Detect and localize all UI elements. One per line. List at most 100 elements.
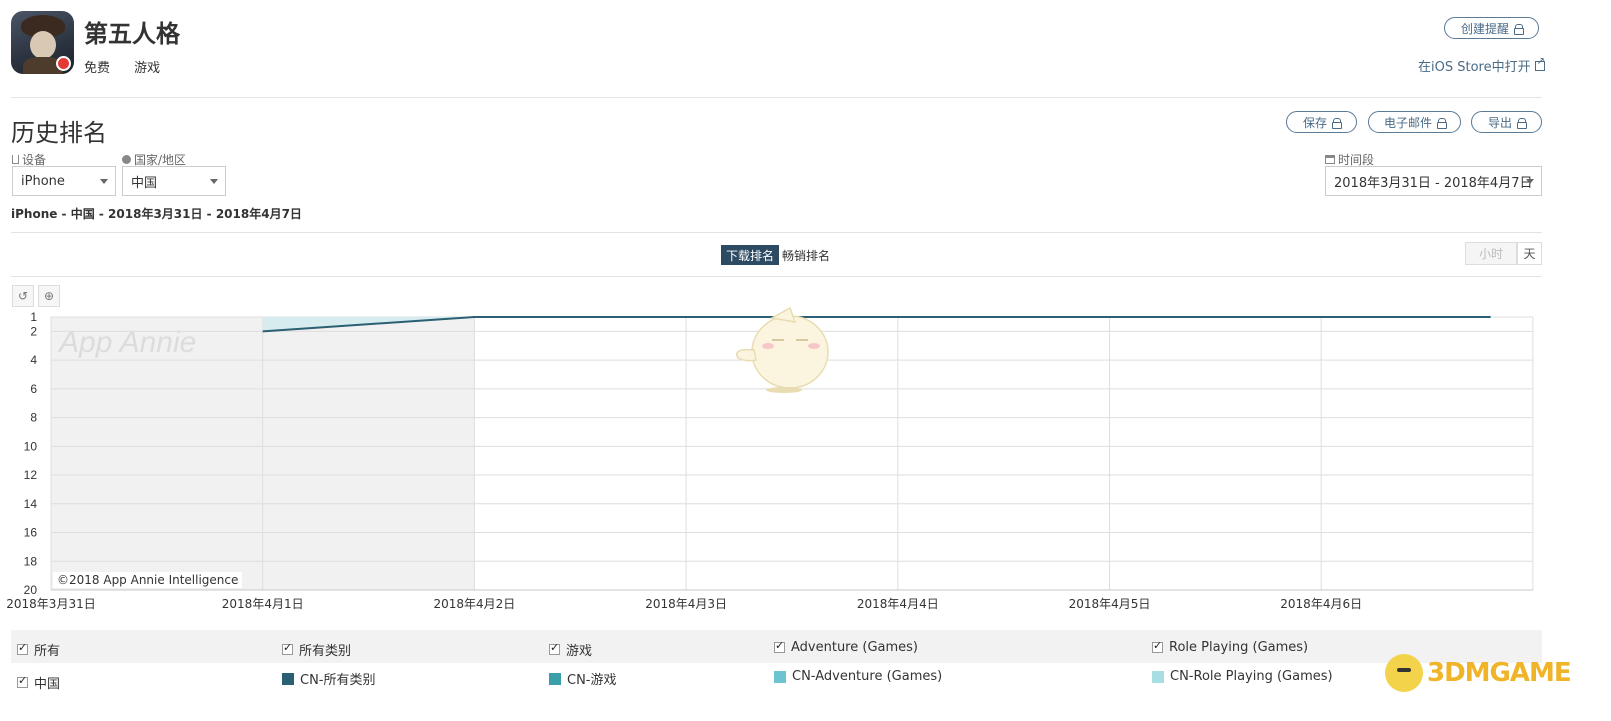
legend-swatch xyxy=(549,672,561,685)
app-price: 免费 xyxy=(84,61,111,76)
device-select-value: iPhone xyxy=(21,173,65,189)
watermark-text: 3DMGAME xyxy=(1427,658,1572,688)
email-label: 电子邮件 xyxy=(1383,115,1432,130)
period-select-value: 2018年3月31日 - 2018年4月7日 xyxy=(1334,175,1533,191)
legend-series-adventure[interactable]: CN-Adventure (Games) xyxy=(774,669,942,684)
legend-series-role-playing[interactable]: CN-Role Playing (Games) xyxy=(1152,669,1333,684)
ios-store-link-label: 在iOS Store中打开 xyxy=(1418,60,1531,75)
granularity-hour-toggle[interactable]: 小时 xyxy=(1465,242,1517,265)
mascot-wing xyxy=(736,348,757,362)
legend-item-adventure[interactable]: Adventure (Games) xyxy=(774,639,918,655)
x-tick-label: 2018年4月1日 xyxy=(222,597,304,611)
device-select[interactable]: iPhone xyxy=(12,166,116,196)
legend-swatch xyxy=(774,670,786,683)
granularity-day-toggle[interactable]: 天 xyxy=(1517,242,1542,265)
lock-icon xyxy=(1332,117,1342,129)
email-button[interactable]: 电子邮件 xyxy=(1368,111,1461,133)
mascot-feet xyxy=(766,387,802,393)
checkbox-icon[interactable] xyxy=(549,641,560,655)
legend-label: 所有 xyxy=(34,644,61,659)
filter-summary: iPhone - 中国 - 2018年3月31日 - 2018年4月7日 xyxy=(11,207,302,221)
legend-label: 所有类别 xyxy=(299,644,352,659)
save-label: 保存 xyxy=(1302,115,1327,130)
legend-item-games[interactable]: 游戏 xyxy=(549,640,592,659)
checkbox-icon[interactable] xyxy=(774,639,785,653)
device-icon xyxy=(12,155,19,164)
chart-x-axis: 2018年3月31日 2018年4月1日 2018年4月2日 2018年4月3日 201… xyxy=(6,597,1362,611)
legend-label: Adventure (Games) xyxy=(791,640,918,655)
chevron-down-icon xyxy=(1526,179,1534,184)
export-button[interactable]: 导出 xyxy=(1471,111,1542,133)
y-tick-label: 12 xyxy=(24,468,38,482)
legend-item-all-categories[interactable]: 所有类别 xyxy=(282,640,351,659)
legend-item-country[interactable]: 中国 xyxy=(17,673,60,692)
legend-item-role-playing[interactable]: Role Playing (Games) xyxy=(1152,639,1309,655)
legend-label: 中国 xyxy=(34,677,61,692)
mascot-cheek xyxy=(762,343,774,349)
lock-icon xyxy=(1437,117,1447,129)
checkbox-icon[interactable] xyxy=(282,641,293,655)
mascot-body xyxy=(751,315,829,389)
mascot-icon xyxy=(736,306,829,393)
y-tick-label: 6 xyxy=(30,382,37,396)
x-tick-label: 2018年4月6日 xyxy=(1280,597,1362,611)
legend-label: CN-Adventure (Games) xyxy=(792,669,943,684)
globe-icon xyxy=(122,155,131,164)
legend-label: CN-游戏 xyxy=(567,673,617,688)
y-tick-label: 18 xyxy=(24,554,38,568)
country-select-value: 中国 xyxy=(131,175,158,191)
legend-label: 游戏 xyxy=(566,644,593,659)
app-category[interactable]: 游戏 xyxy=(134,61,160,76)
mascot-cheek xyxy=(808,343,820,349)
y-tick-label: 10 xyxy=(24,439,38,453)
checkbox-icon[interactable] xyxy=(1152,639,1163,653)
calendar-icon xyxy=(1325,155,1335,164)
export-label: 导出 xyxy=(1487,115,1512,130)
filter-divider xyxy=(11,232,1542,233)
legend-row-categories: 所有 所有类别 游戏 Adventure (Games) Role Playin… xyxy=(11,630,1542,664)
site-watermark: 3DMGAME xyxy=(1385,654,1572,692)
legend-label: CN-Role Playing (Games) xyxy=(1170,669,1333,684)
legend-item-all[interactable]: 所有 xyxy=(17,640,60,659)
y-tick-label: 4 xyxy=(30,353,37,367)
chart-y-axis: 12 4 6 8 10 12 14 16 18 20 xyxy=(24,310,38,597)
y-tick-label: 20 xyxy=(24,583,38,597)
header-divider xyxy=(11,97,1542,98)
legend-series-all-categories[interactable]: CN-所有类别 xyxy=(282,669,376,688)
tab-grossing[interactable]: 畅销排名 xyxy=(777,245,835,265)
legend-swatch xyxy=(1152,670,1164,683)
y-tick-label: 1 xyxy=(30,310,37,324)
tab-downloads[interactable]: 下载排名 xyxy=(721,245,780,265)
country-select[interactable]: 中国 xyxy=(122,166,226,196)
page-title: 历史排名 xyxy=(11,119,107,147)
publisher-badge-icon xyxy=(56,56,71,71)
create-alert-button[interactable]: 创建提醒 xyxy=(1444,17,1539,39)
legend-label: CN-所有类别 xyxy=(300,673,376,688)
legend-series-games[interactable]: CN-游戏 xyxy=(549,669,617,688)
legend-label: Role Playing (Games) xyxy=(1169,640,1309,655)
chart-watermark: App Annie xyxy=(57,326,196,359)
lock-icon xyxy=(1517,117,1527,129)
x-tick-label: 2018年3月31日 xyxy=(6,597,95,611)
chevron-down-icon xyxy=(100,179,108,184)
chevron-down-icon xyxy=(210,179,218,184)
y-tick-label: 2 xyxy=(30,324,37,338)
external-link-icon xyxy=(1534,56,1545,71)
period-select[interactable]: 2018年3月31日 - 2018年4月7日 xyxy=(1325,166,1542,196)
create-alert-label: 创建提醒 xyxy=(1460,21,1509,36)
app-meta: 免费 游戏 xyxy=(84,57,180,76)
watermark-bird-icon xyxy=(1385,654,1423,692)
checkbox-icon[interactable] xyxy=(17,641,28,655)
y-tick-label: 16 xyxy=(24,526,38,540)
y-tick-label: 14 xyxy=(24,497,38,511)
save-button[interactable]: 保存 xyxy=(1286,111,1357,133)
x-tick-label: 2018年4月2日 xyxy=(433,597,515,611)
ios-store-link[interactable]: 在iOS Store中打开 xyxy=(1418,56,1545,76)
legend-row-series: 中国 CN-所有类别 CN-游戏 CN-Adventure (Games) CN… xyxy=(11,663,1542,697)
x-tick-label: 2018年4月5日 xyxy=(1069,597,1151,611)
chart-copyright: ©2018 App Annie Intelligence xyxy=(53,572,243,588)
x-tick-label: 2018年4月3日 xyxy=(645,597,727,611)
checkbox-icon[interactable] xyxy=(17,674,28,688)
x-tick-label: 2018年4月4日 xyxy=(857,597,939,611)
tab-divider xyxy=(11,276,1542,277)
